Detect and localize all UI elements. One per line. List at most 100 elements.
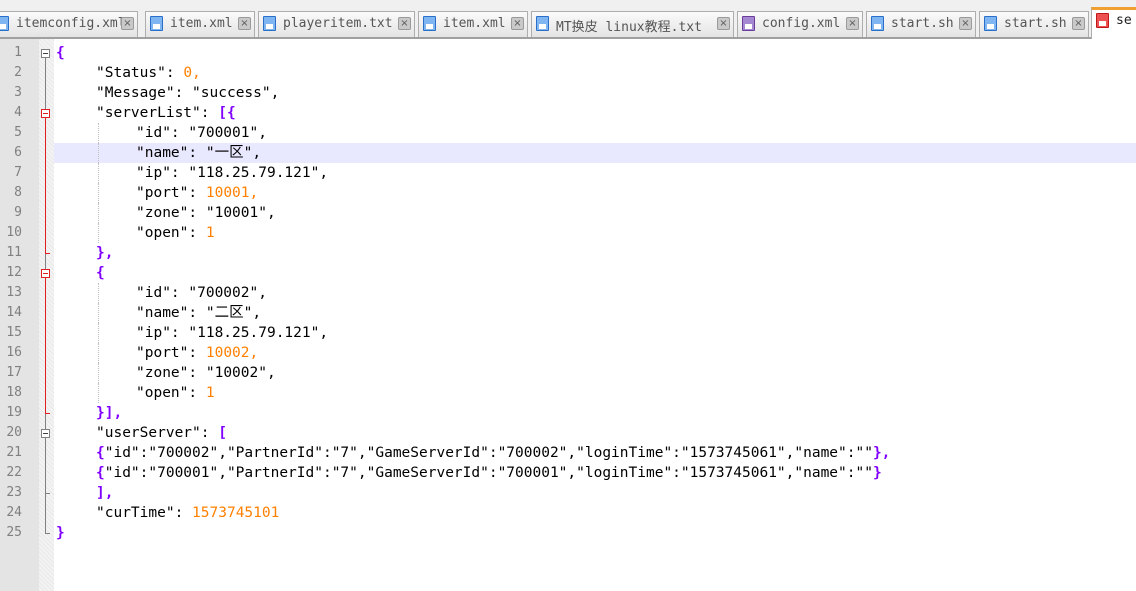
code-line[interactable]: 6 "name": "一区", — [0, 143, 1136, 163]
line-number: 3 — [14, 85, 22, 100]
string-token: , — [319, 165, 329, 181]
fold-end-marker — [45, 493, 50, 494]
fold-toggle-icon[interactable] — [41, 429, 50, 438]
line-number: 6 — [14, 145, 22, 160]
tab-bar-top — [0, 0, 1136, 8]
close-icon[interactable]: × — [846, 17, 859, 30]
tab-label: playeritem.txt — [283, 16, 393, 31]
number-token: 10001 — [205, 185, 250, 201]
number-token: 10002 — [205, 345, 250, 361]
code-line[interactable]: 23], — [0, 483, 1136, 503]
file-icon — [150, 16, 163, 31]
code-text: { — [56, 43, 65, 63]
code-line[interactable]: 4 "serverList": [{ — [0, 103, 1136, 123]
code-text: "port": 10002, — [136, 343, 258, 363]
tab-6[interactable]: config.xml × — [737, 11, 863, 37]
string-token: : — [188, 185, 206, 201]
tab-8[interactable]: start.sh × — [979, 11, 1089, 37]
code-line[interactable]: 24 "curTime": 1573745101 — [0, 503, 1136, 523]
code-line[interactable]: 25} — [0, 523, 1136, 543]
close-icon[interactable]: × — [398, 17, 411, 30]
tab-3[interactable]: playeritem.txt × — [258, 11, 415, 37]
fold-end-marker — [45, 253, 50, 254]
indent-guide — [98, 323, 99, 343]
code-line[interactable]: 1{ — [0, 43, 1136, 63]
code-line[interactable]: 10 "open": 1 — [0, 223, 1136, 243]
string-token: "zone" — [136, 365, 189, 381]
code-text: }, — [96, 243, 113, 263]
code-line[interactable]: 14 "name": "二区", — [0, 303, 1136, 323]
string-token: "id":"700001","PartnerId":"7","GameServe… — [104, 465, 873, 481]
code-line[interactable]: 7 "ip": "118.25.79.121", — [0, 163, 1136, 183]
code-line[interactable]: 9 "zone": "10001", — [0, 203, 1136, 223]
code-text: "port": 10001, — [136, 183, 258, 203]
code-line[interactable]: 12 { — [0, 263, 1136, 283]
code-text: "serverList": [{ — [96, 103, 236, 123]
close-icon[interactable]: × — [238, 17, 251, 30]
tab-7[interactable]: start.sh × — [866, 11, 976, 37]
tab-2[interactable]: item.xml × — [145, 11, 255, 37]
string-token: "10002" — [205, 365, 267, 381]
code-line[interactable]: 22 {"id":"700001","PartnerId":"7","GameSe… — [0, 463, 1136, 483]
line-number: 16 — [6, 345, 22, 360]
string-token: "Status" — [96, 65, 166, 81]
code-line[interactable]: 21 {"id":"700002","PartnerId":"7","GameSe… — [0, 443, 1136, 463]
string-token: : — [174, 85, 193, 101]
string-token: "118.25.79.121" — [188, 325, 320, 341]
close-icon[interactable]: × — [959, 17, 972, 30]
code-line[interactable]: 5 "id": "700001", — [0, 123, 1136, 143]
line-number: 15 — [6, 325, 22, 340]
string-token: : — [188, 385, 206, 401]
string-token: "serverList" — [96, 105, 201, 121]
tab-5[interactable]: MT换皮 linux教程.txt × — [531, 11, 734, 37]
string-token: "700001" — [188, 125, 259, 141]
line-number: 12 — [6, 265, 22, 280]
close-icon[interactable]: × — [717, 17, 730, 30]
close-icon[interactable]: × — [511, 17, 524, 30]
number-token: 1 — [205, 385, 215, 401]
line-number: 25 — [6, 525, 22, 540]
line-number: 14 — [6, 305, 22, 320]
file-icon — [0, 16, 9, 31]
close-icon[interactable]: × — [1072, 17, 1085, 30]
tab-4[interactable]: item.xml × — [418, 11, 528, 37]
fold-toggle-icon[interactable] — [41, 49, 50, 58]
code-line[interactable]: 8 "port": 10001, — [0, 183, 1136, 203]
code-text: "id": "700001", — [136, 123, 267, 143]
code-line[interactable]: 19}], — [0, 403, 1136, 423]
tab-label: itemconfig.xml — [16, 16, 126, 31]
code-text: {"id":"700001","PartnerId":"7","GameServ… — [96, 463, 882, 483]
line-number: 13 — [6, 285, 22, 300]
line-number: 4 — [14, 105, 22, 120]
fold-toggle-icon[interactable] — [41, 269, 50, 278]
line-number: 20 — [6, 425, 22, 440]
line-number: 2 — [14, 65, 22, 80]
editor-text-area[interactable]: 1{2 "Status": 0, 3 "Message": "success", 4 "s… — [0, 39, 1136, 591]
string-token: : — [165, 65, 184, 81]
code-line[interactable]: 3 "Message": "success", — [0, 83, 1136, 103]
tab-label: config.xml — [762, 16, 841, 31]
tab-9[interactable]: se — [1091, 7, 1136, 39]
code-line[interactable]: 13 "id": "700002", — [0, 283, 1136, 303]
fold-toggle-icon[interactable] — [41, 109, 50, 118]
string-token: , — [258, 125, 267, 141]
string-token: : — [170, 125, 189, 141]
code-line[interactable]: 15 "ip": "118.25.79.121", — [0, 323, 1136, 343]
string-token: : — [188, 145, 206, 161]
close-icon[interactable]: × — [121, 17, 134, 30]
line-number: 1 — [14, 45, 22, 60]
line-number: 7 — [14, 165, 22, 180]
code-text: {"id":"700002","PartnerId":"7","GameServ… — [96, 443, 890, 463]
tab-1[interactable]: itemconfig.xml × — [0, 11, 138, 37]
code-line[interactable]: 20 "userServer": [ — [0, 423, 1136, 443]
code-line[interactable]: 2 "Status": 0, — [0, 63, 1136, 83]
string-token: "name" — [136, 145, 189, 161]
line-number: 19 — [6, 405, 22, 420]
code-text: } — [56, 523, 65, 543]
code-line[interactable]: 11}, — [0, 243, 1136, 263]
code-line[interactable]: 17 "zone": "10002", — [0, 363, 1136, 383]
line-number: 5 — [14, 125, 22, 140]
operator-token: [ — [218, 425, 227, 441]
code-line[interactable]: 16 "port": 10002, — [0, 343, 1136, 363]
code-line[interactable]: 18 "open": 1 — [0, 383, 1136, 403]
